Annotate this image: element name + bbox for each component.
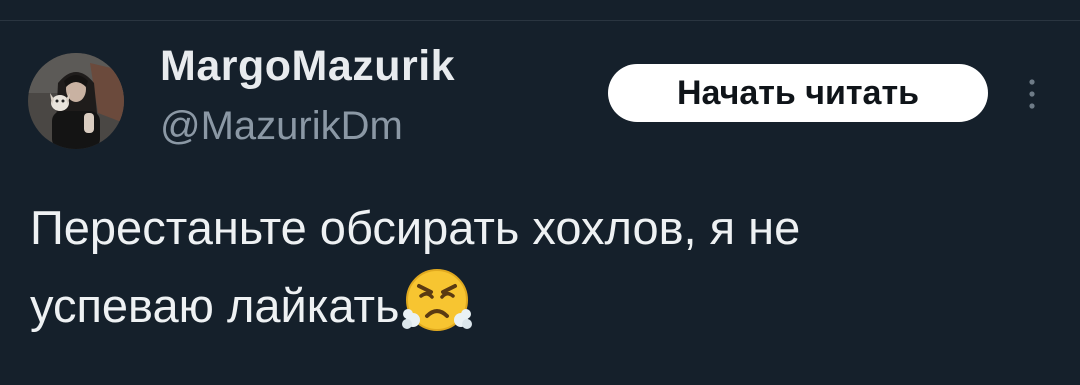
more-vertical-icon	[1029, 79, 1035, 109]
user-handle[interactable]: @MazurikDm	[160, 104, 403, 149]
face-with-steam-emoji-icon	[401, 264, 473, 336]
tweet-card: MargoMazurik @MazurikDm Начать читать Пе…	[0, 0, 1080, 385]
display-name[interactable]: MargoMazurik	[160, 42, 455, 91]
tweet-text-fragment: успеваю лайкать	[30, 279, 400, 332]
divider	[0, 20, 1080, 21]
avatar[interactable]	[28, 53, 124, 149]
tweet-text-line: успеваю лайкать	[30, 264, 1060, 342]
tweet-text-line: Перестаньте обсирать хохлов, я не	[30, 201, 801, 254]
more-options-button[interactable]	[1010, 72, 1054, 116]
user-photo-icon	[28, 53, 124, 149]
tweet-text: Перестаньте обсирать хохлов, я не успева…	[30, 192, 1060, 342]
follow-button[interactable]: Начать читать	[608, 64, 988, 122]
